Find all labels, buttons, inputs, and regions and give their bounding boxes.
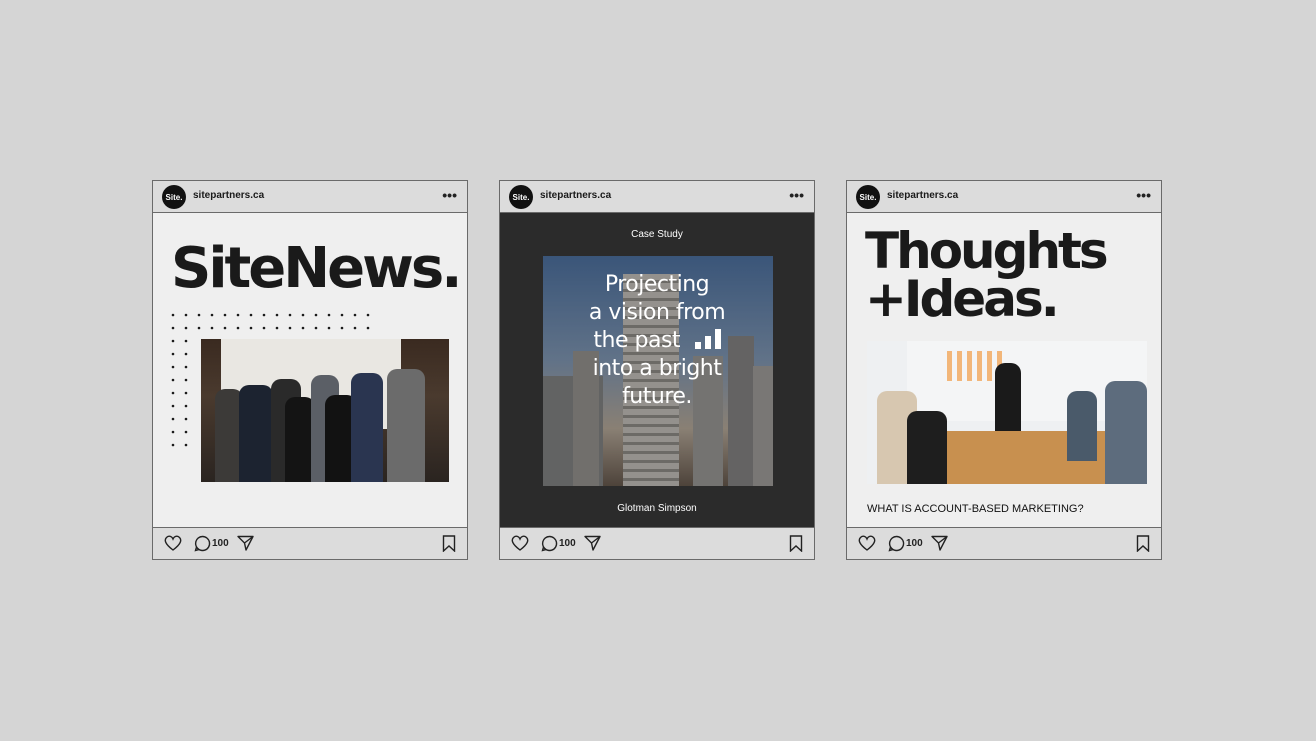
post-header: Site. sitepartners.ca ••• [847, 181, 1161, 213]
post-header: Site. sitepartners.ca ••• [153, 181, 467, 213]
title-line: +Ideas. [865, 270, 1060, 328]
post-header: Site. sitepartners.ca ••• [500, 181, 814, 213]
post-content: SiteNews. [153, 213, 467, 529]
person [387, 369, 425, 482]
post-actions: 100 [500, 527, 814, 559]
person [1067, 391, 1097, 461]
post-content: Case Study Projecting a vision from the … [500, 213, 814, 529]
heart-icon[interactable] [858, 535, 876, 551]
send-icon[interactable] [931, 535, 948, 551]
person [907, 411, 947, 484]
more-icon[interactable]: ••• [442, 188, 457, 202]
send-icon[interactable] [584, 535, 601, 551]
post-card-sitenews: Site. sitepartners.ca ••• SiteNews. 100 [152, 180, 468, 560]
post-title: SiteNews. [171, 236, 462, 301]
bookmark-icon[interactable] [1136, 535, 1150, 552]
meeting-photo [867, 341, 1147, 484]
case-study-headline: Projecting a vision from the past into a… [500, 271, 814, 411]
client-name: Glotman Simpson [617, 503, 697, 514]
account-handle[interactable]: sitepartners.ca [193, 190, 264, 201]
post-content: Thoughts +Ideas. WHAT IS ACCOUNT-BASED M… [847, 213, 1161, 529]
post-actions: 100 [153, 527, 467, 559]
comment-icon[interactable] [194, 535, 211, 552]
comment-count: 100 [906, 538, 923, 549]
case-study-label: Case Study [631, 229, 683, 240]
headline-line: the past [500, 327, 814, 355]
avatar[interactable]: Site. [162, 185, 186, 209]
post-card-case-study: Site. sitepartners.ca ••• Case Study Pro… [499, 180, 815, 560]
comment-icon[interactable] [541, 535, 558, 552]
more-icon[interactable]: ••• [1136, 188, 1151, 202]
headline-line: a vision from [588, 300, 726, 325]
comment-count: 100 [559, 538, 576, 549]
presenter [995, 363, 1021, 431]
heart-icon[interactable] [164, 535, 182, 551]
comment-count: 100 [212, 538, 229, 549]
title-line: Thoughts [865, 222, 1109, 280]
headline-line: into a bright [592, 356, 722, 381]
more-icon[interactable]: ••• [789, 188, 804, 202]
avatar[interactable]: Site. [856, 185, 880, 209]
heart-icon[interactable] [511, 535, 529, 551]
account-handle[interactable]: sitepartners.ca [887, 190, 958, 201]
post-actions: 100 [847, 527, 1161, 559]
headline-line: Projecting [604, 272, 710, 297]
send-icon[interactable] [237, 535, 254, 551]
bookmark-icon[interactable] [442, 535, 456, 552]
person [1105, 381, 1147, 484]
comment-icon[interactable] [888, 535, 905, 552]
person [239, 385, 273, 482]
account-handle[interactable]: sitepartners.ca [540, 190, 611, 201]
post-caption: WHAT IS ACCOUNT-BASED MARKETING? [867, 503, 1084, 515]
person [351, 373, 383, 482]
team-photo [201, 339, 449, 482]
bar-chart-icon [694, 329, 721, 349]
post-card-thoughts-ideas: Site. sitepartners.ca ••• Thoughts +Idea… [846, 180, 1162, 560]
headline-line: future. [622, 384, 692, 409]
post-title: Thoughts +Ideas. [865, 222, 1109, 328]
bookmark-icon[interactable] [789, 535, 803, 552]
avatar[interactable]: Site. [509, 185, 533, 209]
